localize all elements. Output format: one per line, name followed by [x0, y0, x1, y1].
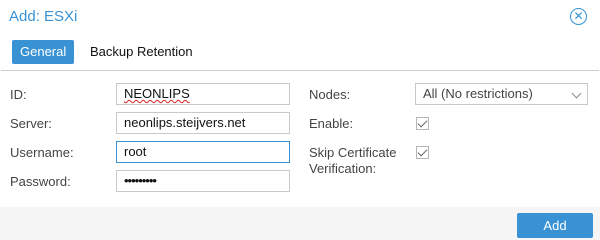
dialog-header: Add: ESXi ✕: [0, 0, 600, 34]
tab-general[interactable]: General: [12, 40, 75, 64]
username-label: Username:: [10, 145, 74, 160]
password-field[interactable]: •••••••••: [116, 170, 290, 192]
tab-bar: General Backup Retention: [0, 34, 600, 68]
skip-cert-checkbox[interactable]: [416, 146, 429, 159]
password-label: Password:: [10, 174, 71, 189]
add-esxi-dialog: Add: ESXi ✕ General Backup Retention ID:…: [0, 0, 600, 240]
server-label: Server:: [10, 116, 52, 131]
enable-label: Enable:: [309, 116, 354, 131]
skip-cert-label-line1: Skip Certificate: [309, 145, 397, 160]
skip-cert-label: Skip Certificate Verification:: [309, 145, 396, 177]
enable-checkbox[interactable]: [416, 117, 429, 130]
close-icon[interactable]: ✕: [570, 8, 587, 25]
tab-backup-retention[interactable]: Backup Retention: [90, 40, 193, 64]
dialog-footer: Add: [0, 207, 600, 240]
username-field[interactable]: root: [116, 141, 290, 163]
general-panel: ID: NEONLIPS Server: neonlips.steijvers.…: [1, 70, 599, 208]
id-value: NEONLIPS: [124, 86, 190, 101]
server-field[interactable]: neonlips.steijvers.net: [116, 112, 290, 134]
nodes-label: Nodes:: [309, 87, 351, 102]
dialog-title: Add: ESXi: [9, 8, 78, 25]
skip-cert-label-line2: Verification:: [309, 161, 377, 176]
id-field[interactable]: NEONLIPS: [116, 83, 290, 105]
nodes-value: All (No restrictions): [423, 86, 533, 101]
nodes-select[interactable]: All (No restrictions): [415, 83, 588, 105]
chevron-down-icon[interactable]: [571, 88, 582, 99]
add-button[interactable]: Add: [517, 213, 593, 238]
id-label: ID:: [10, 87, 27, 102]
